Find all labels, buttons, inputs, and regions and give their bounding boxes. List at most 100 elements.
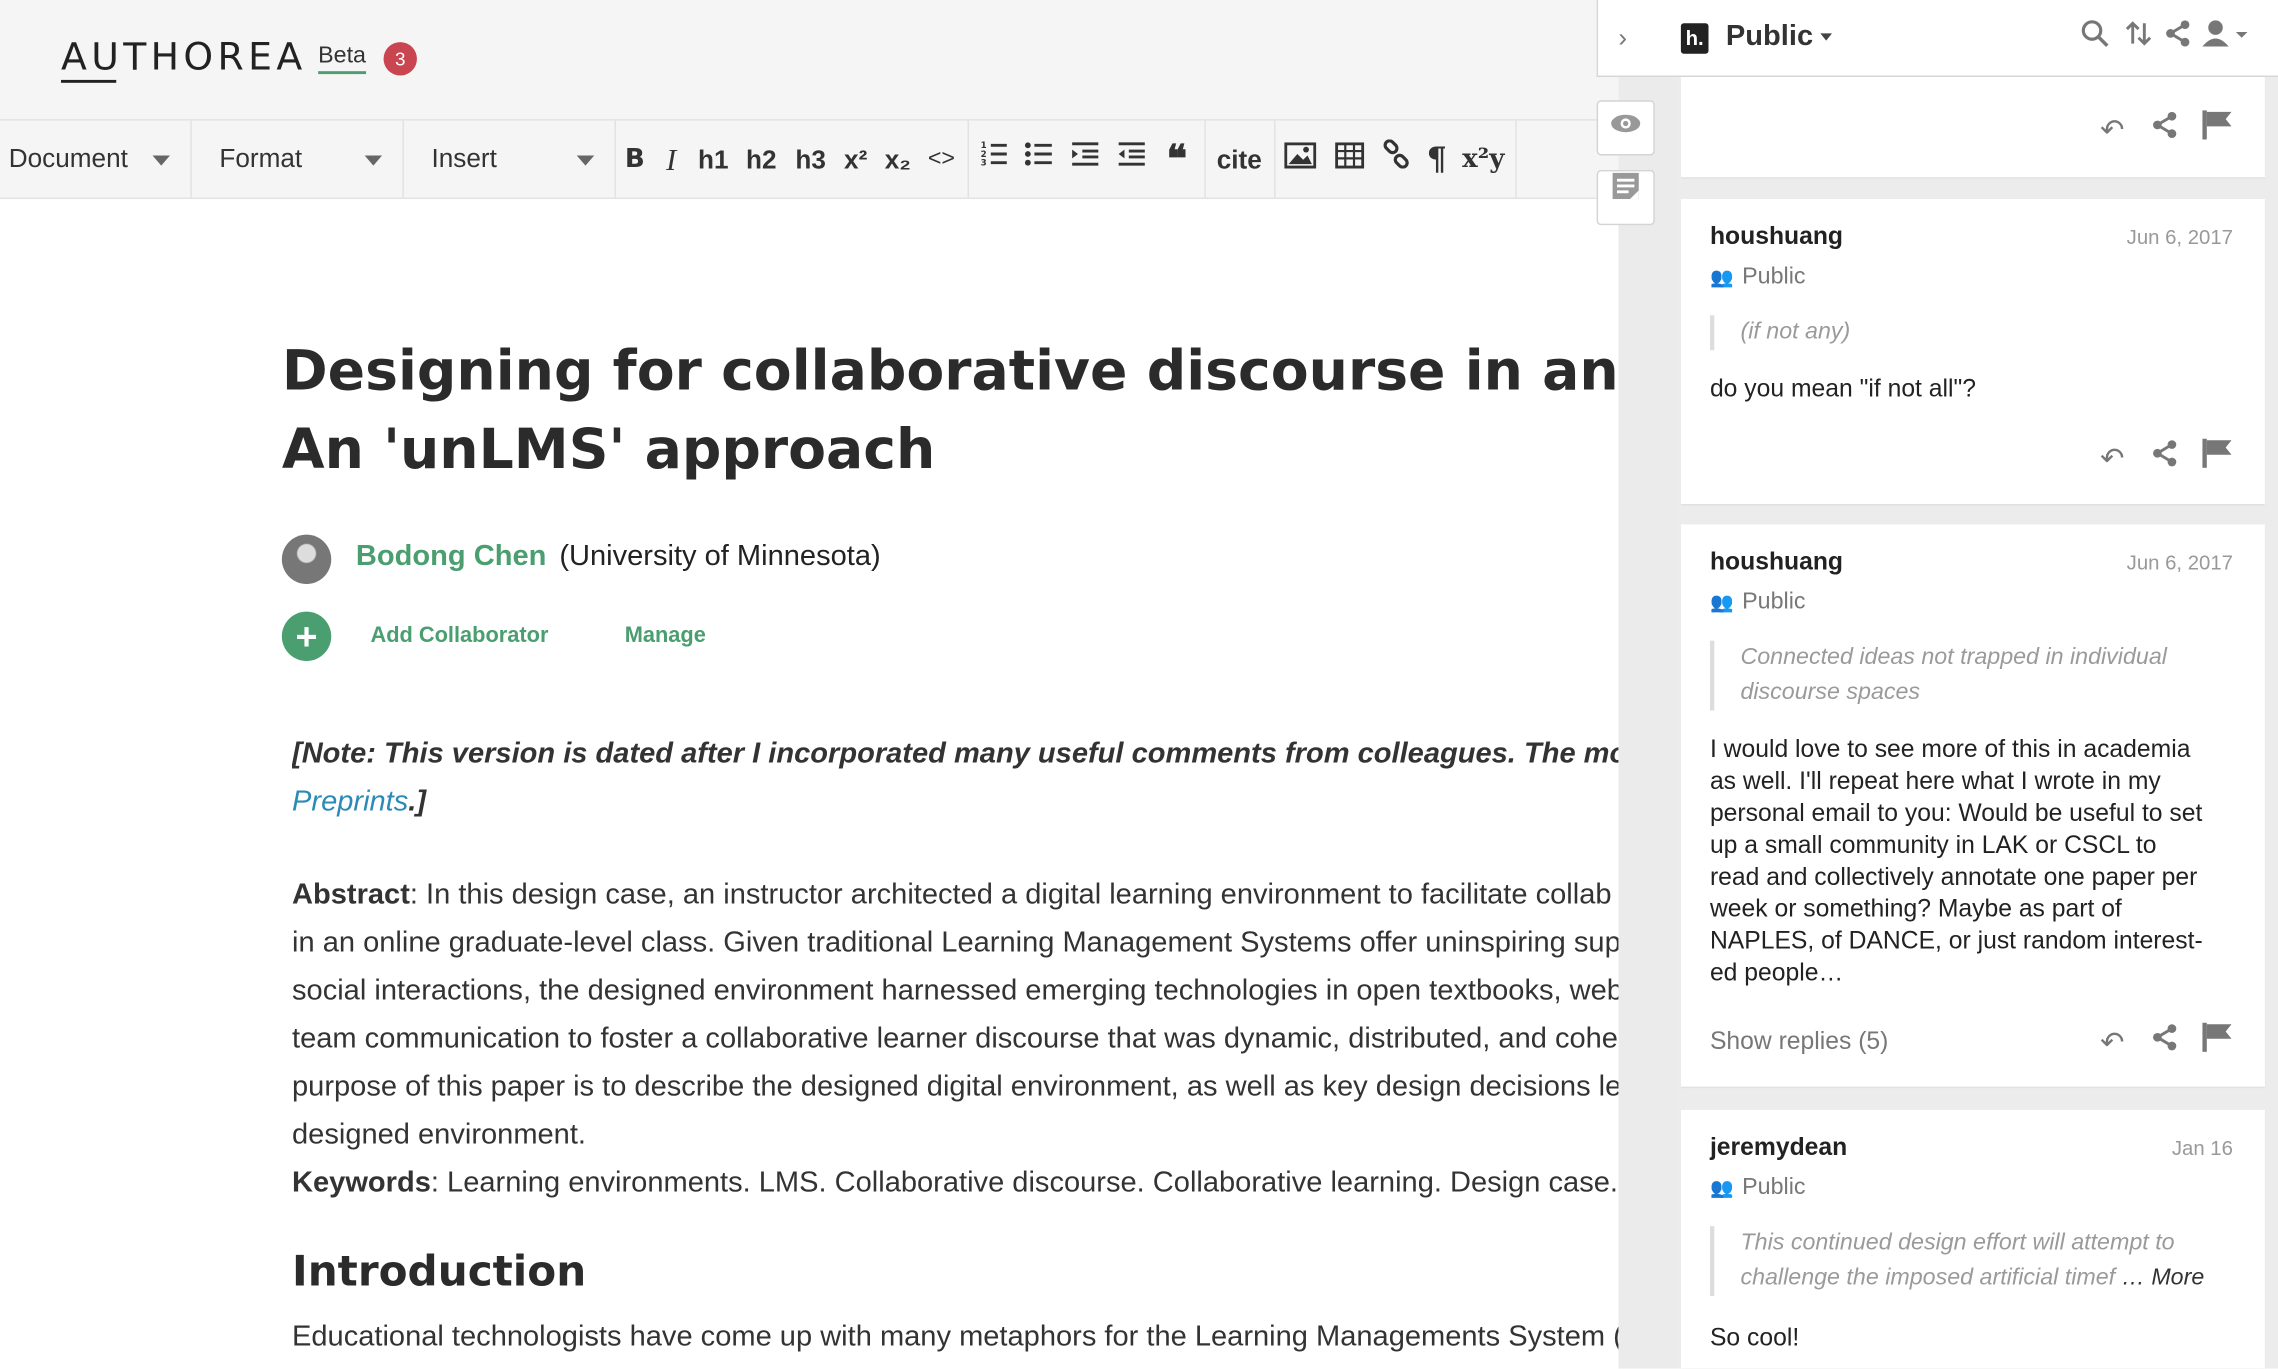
keywords-label: Keywords [292,1166,431,1199]
bullet-list-button[interactable] [1023,138,1055,182]
chevron-down-icon [1820,33,1833,41]
notification-badge[interactable]: 3 [383,42,417,76]
abstract-line: in an online graduate-level class. Given… [292,926,1621,959]
link-icon [1383,139,1409,169]
keywords-text: : Learning environments. LMS. Collaborat… [430,1166,1618,1199]
reply-icon[interactable]: ↶ [2096,111,2128,147]
page-notes-button[interactable] [1596,169,1655,226]
flag-icon[interactable] [2201,109,2233,150]
abstract-line: social interactions, the designed enviro… [292,974,1623,1007]
user-menu-icon[interactable] [2201,19,2250,57]
document-menu[interactable]: Document [0,120,192,198]
group-icon: 👥 [1709,591,1734,614]
body-line: as well. I'll repeat here what I wrote i… [1709,767,2161,795]
search-icon[interactable] [2080,19,2109,57]
insert-image-button[interactable] [1284,138,1317,182]
pilcrow-icon: ¶ [1426,140,1447,179]
keywords-paragraph[interactable]: Keywords: Learning environments. LMS. Co… [292,1159,1658,1207]
add-collaborator-link[interactable]: Add Collaborator [370,623,548,648]
annotation-card[interactable]: jeremydean Jan 16 👥 Public This continued… [1680,1109,2265,1369]
preprints-link[interactable]: Preprints [292,786,408,818]
flag-icon[interactable] [2201,437,2233,478]
annotation-visibility: 👥 Public [1710,264,1806,290]
share-icon[interactable] [2165,19,2191,57]
editor-toolbar: Document Format Insert B I h1 h2 h3 x² x… [0,119,1619,200]
blockquote-button[interactable]: ❝ [1159,138,1194,182]
annotation-username[interactable]: jeremydean [1710,1133,1847,1162]
reply-icon[interactable]: ↶ [2096,1023,2128,1059]
manage-link[interactable]: Manage [625,623,706,648]
annotation-date[interactable]: Jun 6, 2017 [2127,551,2233,574]
quote-line: challenge the imposed artificial timef [1740,1265,2116,1291]
introduction-text[interactable]: Educational technologists have come up w… [292,1313,1658,1361]
visibility-label: Public [1742,589,1806,615]
author-avatar [281,534,332,585]
toggle-highlights-button[interactable] [1596,100,1655,156]
h3-button[interactable]: h3 [792,138,830,182]
annotation-card[interactable]: houshuang Jun 6, 2017 👥 Public Connected … [1680,524,2265,1087]
table-icon [1335,142,1365,169]
abstract-paragraph[interactable]: Abstract: In this design case, an instru… [292,872,1658,1160]
document-menu-label: Document [8,143,128,173]
app-header: AUTHOREA Beta 3 [0,0,1619,120]
outdent-button[interactable] [1116,138,1148,182]
insert-menu[interactable]: Insert [404,120,616,198]
ordered-list-button[interactable]: 123 [978,138,1010,182]
annotation-card[interactable]: ↶ [1680,76,2265,178]
ordered-list-icon: 123 [981,141,1007,169]
flag-icon[interactable] [2201,1021,2233,1062]
author-name[interactable]: Bodong Chen [356,540,546,573]
hypothesis-logo-icon[interactable]: h. [1680,23,1709,54]
body-line: ed people… [1709,958,1844,987]
quote-line: This continued design effort will attemp… [1740,1230,2175,1256]
bold-button[interactable]: B [622,138,648,182]
cite-button[interactable]: cite [1213,138,1265,182]
group-selector[interactable]: Public [1726,20,1833,53]
more-link[interactable]: … More [2122,1265,2205,1290]
show-replies-link[interactable]: Show replies (5) [1710,1027,1888,1056]
pilcrow-button[interactable]: ¶ [1424,138,1450,182]
h1-button[interactable]: h1 [694,138,732,182]
chevron-down-icon [364,155,383,166]
abstract-line: designed environment. [292,1118,587,1151]
annotation-username[interactable]: houshuang [1710,222,1843,251]
group-icon: 👥 [1709,1176,1734,1199]
insert-table-button[interactable] [1334,138,1366,182]
italic-button[interactable]: I [661,138,681,182]
version-note[interactable]: [Note: This version is dated after I inc… [292,731,1658,827]
body-line: read and collectively annotate one paper… [1709,862,2198,891]
insert-link-button[interactable] [1380,138,1412,182]
add-collaborator-button[interactable]: + [281,611,332,662]
visibility-label: Public [1742,264,1806,290]
introduction-heading[interactable]: Introduction [292,1247,586,1296]
document-title[interactable]: Designing for collaborative discourse in… [282,331,1648,488]
subscript-button[interactable]: x₂ [882,138,914,182]
annotation-quote[interactable]: (if not any) [1709,315,2220,351]
annotation-date[interactable]: Jan 16 [2172,1136,2233,1159]
share-icon[interactable] [2149,439,2181,477]
annotation-quote[interactable]: Connected ideas not trapped in individua… [1709,640,2220,711]
sort-icon[interactable] [2124,19,2153,57]
equation-button[interactable]: x²y [1462,138,1506,182]
abstract-line: : In this design case, an instructor arc… [409,878,1612,911]
body-line: I would love to see more of this in acad… [1709,735,2191,763]
logo-underline [61,79,117,83]
format-menu[interactable]: Format [192,120,404,198]
annotation-username[interactable]: houshuang [1710,548,1843,577]
note-icon [1612,172,1639,200]
annotation-date[interactable]: Jun 6, 2017 [2127,225,2233,248]
collapse-sidebar-button[interactable]: › [1618,23,1627,54]
h2-button[interactable]: h2 [742,138,780,182]
annotation-quote[interactable]: This continued design effort will attemp… [1709,1226,2234,1296]
beta-label[interactable]: Beta [318,44,366,75]
authorea-logo[interactable]: AUTHOREA [61,36,307,80]
superscript-button[interactable]: x² [840,138,872,182]
share-icon[interactable] [2149,1023,2181,1061]
indent-button[interactable] [1069,138,1101,182]
code-button[interactable]: <> [924,138,959,182]
reply-icon[interactable]: ↶ [2096,439,2128,475]
annotation-card[interactable]: houshuang Jun 6, 2017 👥 Public (if not an… [1680,199,2265,505]
share-icon[interactable] [2149,110,2181,148]
annotation-body: So cool! [1709,1323,1800,1352]
annotation-actions: ↶ [2096,109,2233,150]
